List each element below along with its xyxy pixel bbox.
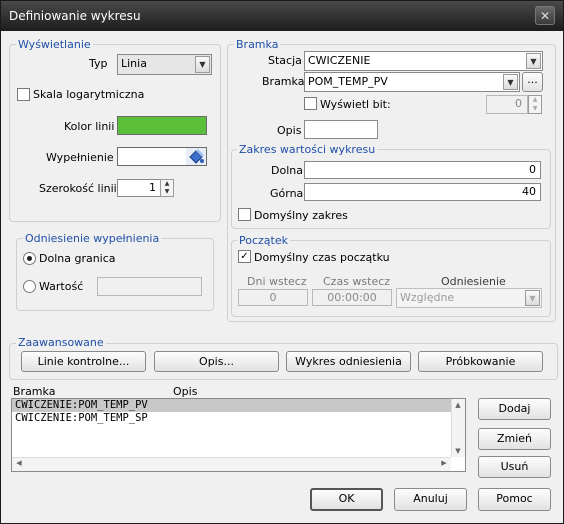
add-button[interactable]: Dodaj	[478, 398, 551, 420]
chevron-down-icon: ▼	[503, 74, 518, 90]
browse-gate-button[interactable]: ...	[522, 72, 543, 92]
description-label: Opis	[277, 124, 302, 137]
station-label: Stacja	[268, 54, 302, 67]
type-select[interactable]: Linia ▼	[117, 54, 212, 75]
fill-label: Wypełnienie	[46, 151, 114, 164]
spin-up-icon[interactable]: ▲	[161, 180, 173, 188]
chevron-down-icon: ▼	[195, 56, 210, 73]
fill-reference-group-title: Odniesienie wypełnienia	[23, 232, 162, 245]
reference-select-value: Względne	[400, 291, 455, 304]
range-upper-label: Górna	[270, 187, 304, 200]
range-group-title: Zakres wartości wykresu	[237, 143, 378, 156]
help-button[interactable]: Pomoc	[478, 488, 551, 511]
chevron-down-icon: ▼	[525, 290, 540, 306]
station-select[interactable]: CWICZENIE ▼	[304, 51, 543, 71]
value-label: Wartość	[39, 280, 84, 293]
type-select-value: Linia	[121, 57, 147, 70]
scroll-right-icon[interactable]: ▶	[438, 459, 450, 467]
value-radio[interactable]	[23, 280, 36, 293]
lower-bound-label: Dolna granica	[39, 252, 116, 265]
close-button[interactable]: ✕	[535, 6, 555, 25]
value-input[interactable]	[97, 277, 202, 296]
line-width-input[interactable]: 1	[117, 179, 161, 197]
range-lower-label: Dolna	[271, 164, 303, 177]
bit-spinner[interactable]: ▲ ▼	[528, 95, 542, 114]
cancel-button[interactable]: Anuluj	[394, 488, 467, 511]
range-lower-input[interactable]: 0	[304, 161, 541, 179]
default-start-label: Domyślny czas początku	[254, 251, 390, 264]
station-select-value: CWICZENIE	[308, 54, 371, 67]
reference-label: Odniesienie	[441, 275, 506, 288]
line-color-swatch[interactable]	[117, 116, 207, 135]
spin-up-icon[interactable]: ▲	[529, 96, 541, 105]
gate-label: Bramka	[262, 75, 305, 88]
radio-dot	[27, 256, 32, 261]
reference-chart-button[interactable]: Wykres odniesienia	[286, 351, 411, 372]
fill-picker[interactable]	[117, 147, 207, 166]
list-header-description: Opis	[173, 385, 198, 398]
spin-down-icon[interactable]: ▼	[161, 188, 173, 196]
gate-select[interactable]: POM_TEMP_PV ▼	[304, 72, 520, 92]
default-range-label: Domyślny zakres	[254, 209, 348, 222]
default-range-checkbox[interactable]	[238, 208, 251, 221]
gate-select-value: POM_TEMP_PV	[308, 75, 388, 88]
display-group-title: Wyświetlanie	[16, 38, 93, 51]
dialog-window: Definiowanie wykresu ✕ Wyświetlanie Typ …	[0, 0, 564, 524]
remove-button[interactable]: Usuń	[478, 456, 551, 478]
time-back-input[interactable]: 00:00:00	[312, 289, 392, 306]
scroll-up-icon[interactable]: ▲	[452, 401, 464, 409]
check-icon: ✓	[240, 251, 249, 262]
fill-reference-group	[16, 238, 214, 311]
show-bit-checkbox[interactable]	[304, 97, 317, 110]
title-bar[interactable]: Definiowanie wykresu ✕	[1, 1, 563, 31]
list-header-gate: Bramka	[13, 385, 56, 398]
gate-group-title: Bramka	[234, 38, 281, 51]
time-back-label: Czas wstecz	[323, 275, 391, 288]
default-start-checkbox[interactable]: ✓	[238, 250, 251, 263]
sampling-button[interactable]: Próbkowanie	[418, 351, 543, 372]
vertical-scrollbar[interactable]: ▲ ▼	[451, 399, 465, 457]
start-group-title: Początek	[237, 234, 290, 247]
spin-down-icon[interactable]: ▼	[529, 105, 541, 114]
gate-list[interactable]: CWICZENIE:POM_TEMP_PV CWICZENIE:POM_TEMP…	[11, 398, 466, 472]
change-button[interactable]: Zmień	[478, 428, 551, 450]
horizontal-scrollbar[interactable]: ◀ ▶	[12, 457, 451, 471]
log-scale-checkbox[interactable]	[17, 88, 30, 101]
type-label: Typ	[89, 57, 108, 70]
scroll-left-icon[interactable]: ◀	[13, 459, 25, 467]
show-bit-label: Wyświetl bit:	[320, 98, 391, 111]
line-width-spinner[interactable]: ▲ ▼	[160, 179, 174, 197]
bit-input[interactable]: 0	[486, 95, 528, 114]
ok-button[interactable]: OK	[310, 488, 383, 511]
list-item[interactable]: CWICZENIE:POM_TEMP_SP	[12, 412, 465, 425]
range-upper-input[interactable]: 40	[304, 183, 541, 201]
advanced-group-title: Zaawansowane	[16, 336, 106, 349]
days-back-label: Dni wstecz	[247, 275, 307, 288]
control-lines-button[interactable]: Linie kontrolne...	[21, 351, 146, 372]
description-input[interactable]	[304, 120, 378, 139]
log-scale-label: Skala logarytmiczna	[33, 88, 145, 101]
description-button[interactable]: Opis...	[154, 351, 279, 372]
chevron-down-icon: ▼	[526, 53, 541, 69]
window-title: Definiowanie wykresu	[9, 9, 141, 23]
paint-bucket-icon	[186, 148, 206, 165]
days-back-input[interactable]: 0	[238, 289, 308, 306]
scroll-down-icon[interactable]: ▼	[452, 447, 464, 455]
lower-bound-radio[interactable]	[23, 252, 36, 265]
line-width-label: Szerokość linii	[39, 182, 117, 195]
line-color-label: Kolor linii	[64, 120, 115, 133]
list-item[interactable]: CWICZENIE:POM_TEMP_PV	[12, 399, 465, 412]
reference-select[interactable]: Względne ▼	[396, 288, 542, 308]
